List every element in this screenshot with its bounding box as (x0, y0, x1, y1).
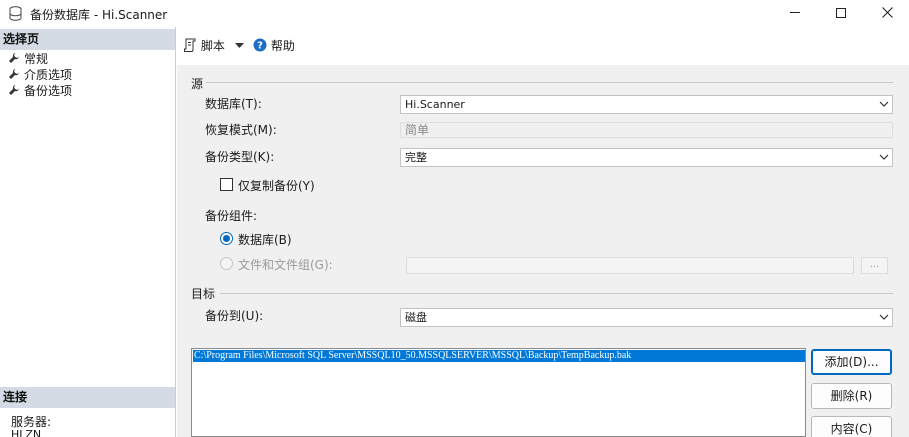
maximize-button[interactable] (818, 0, 864, 27)
sidebar-item-general[interactable]: 常规 (8, 51, 48, 67)
server-value: HLZN (11, 428, 42, 437)
backup-type-select[interactable]: 完整 (400, 148, 893, 167)
toolbar: 脚本 ? 帮助 (177, 27, 909, 65)
destination-group-label: 目标 (191, 287, 216, 301)
backup-to-label: 备份到(U): (205, 309, 264, 323)
destination-divider (220, 293, 893, 294)
chevron-down-icon (879, 314, 889, 320)
chevron-down-icon (234, 43, 244, 48)
source-divider (206, 82, 893, 83)
component-files-radio[interactable] (220, 257, 233, 270)
chevron-down-icon (879, 101, 889, 107)
help-button[interactable]: ? 帮助 (253, 38, 295, 54)
component-files-label: 文件和文件组(G): (238, 258, 333, 272)
database-value: Hi.Scanner (405, 98, 465, 111)
close-icon (881, 7, 893, 18)
component-database-radio[interactable] (220, 232, 233, 245)
recovery-model-field: 简单 (400, 122, 893, 138)
maximize-icon (836, 7, 846, 18)
backup-type-label: 备份类型(K): (205, 150, 275, 164)
backup-to-value: 磁盘 (405, 311, 427, 324)
add-button[interactable]: 添加(D)... (811, 349, 892, 375)
svg-text:?: ? (257, 41, 263, 52)
contents-button[interactable]: 内容(C) (811, 416, 892, 437)
connection-header: 连接 (0, 387, 175, 408)
script-label: 脚本 (200, 39, 225, 53)
sidebar-item-label: 备份选项 (24, 84, 73, 98)
window-title: 备份数据库 - Hi.Scanner (30, 8, 168, 22)
backup-component-label: 备份组件: (205, 209, 258, 223)
chevron-down-icon (879, 154, 889, 160)
help-icon: ? (253, 38, 267, 52)
help-label: 帮助 (270, 39, 295, 53)
wrench-icon (9, 53, 19, 63)
page-selector-pane: 选择页 常规 介质选项 备份选项 连接 服务器: HLZN (0, 27, 176, 437)
script-icon (184, 38, 196, 52)
source-group-label: 源 (191, 77, 204, 91)
close-button[interactable] (864, 0, 909, 27)
script-button[interactable]: 脚本 (183, 38, 244, 54)
sidebar-item-backup-options[interactable]: 备份选项 (8, 83, 72, 99)
sidebar-item-media-options[interactable]: 介质选项 (8, 67, 72, 83)
database-select[interactable]: Hi.Scanner (400, 95, 893, 114)
copy-only-checkbox[interactable] (220, 178, 233, 191)
sidebar-item-label: 常规 (24, 52, 49, 66)
list-item[interactable]: C:\Program Files\Microsoft SQL Server\MS… (193, 350, 805, 362)
minimize-button[interactable] (772, 0, 818, 27)
minimize-icon (790, 12, 800, 13)
filegroup-browse-button[interactable]: ... (861, 257, 888, 274)
database-icon (9, 6, 22, 21)
select-page-header: 选择页 (0, 29, 175, 50)
wrench-icon (9, 69, 19, 79)
sidebar-item-label: 介质选项 (24, 68, 73, 82)
backup-type-value: 完整 (405, 151, 427, 164)
filegroup-textbox[interactable] (406, 257, 854, 274)
wrench-icon (9, 85, 19, 95)
copy-only-label: 仅复制备份(Y) (238, 179, 315, 193)
recovery-model-value: 简单 (405, 123, 430, 137)
component-database-label: 数据库(B) (238, 233, 292, 247)
title-bar: 备份数据库 - Hi.Scanner (0, 0, 909, 27)
recovery-model-label: 恢复模式(M): (205, 123, 277, 137)
backup-destination-list[interactable]: C:\Program Files\Microsoft SQL Server\MS… (191, 348, 806, 437)
remove-button[interactable]: 删除(R) (811, 383, 892, 409)
database-label: 数据库(T): (205, 97, 262, 111)
backup-to-select[interactable]: 磁盘 (400, 308, 893, 327)
